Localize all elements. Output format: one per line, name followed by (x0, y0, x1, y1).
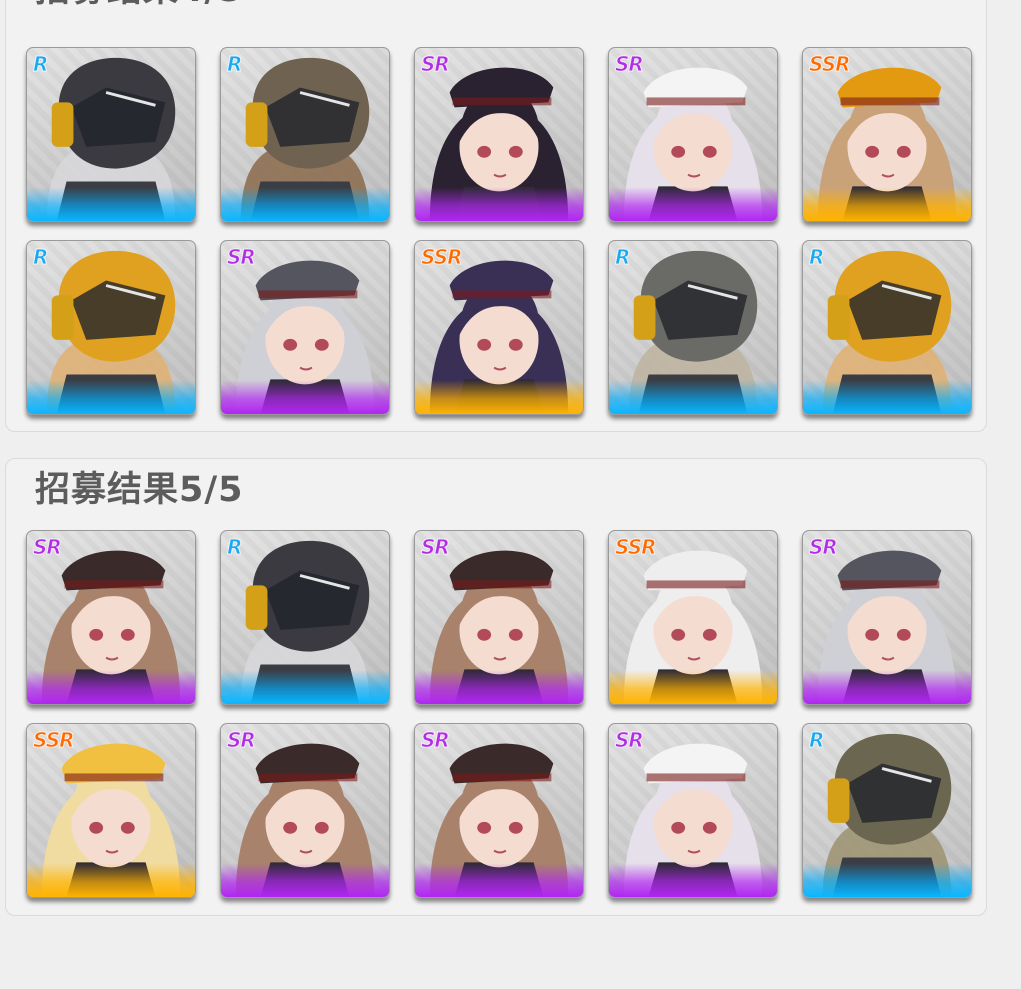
card-row: R SR SSR R R (26, 240, 972, 415)
rarity-badge: R (614, 245, 630, 270)
rarity-bar (27, 187, 195, 221)
character-card[interactable]: R (608, 240, 778, 415)
character-card[interactable]: SR (220, 240, 390, 415)
rarity-badge: R (808, 245, 824, 270)
character-card[interactable]: SR (220, 723, 390, 898)
rarity-bar (803, 380, 971, 414)
rarity-badge: SSR (421, 245, 463, 270)
character-card[interactable]: SR (608, 723, 778, 898)
rarity-badge: SR (33, 535, 63, 560)
recruit-result-panel-4: 招募结果4/5 R R SR (5, 0, 987, 432)
rarity-bar (27, 863, 195, 897)
rarity-badge: SSR (809, 52, 851, 77)
character-card[interactable]: SR (802, 530, 972, 705)
rarity-bar (803, 670, 971, 704)
character-card[interactable]: R (802, 240, 972, 415)
rarity-badge: SR (227, 728, 257, 753)
card-row: SSR SR SR SR R (26, 723, 972, 898)
rarity-bar (221, 187, 389, 221)
rarity-bar (609, 863, 777, 897)
character-card[interactable]: SSR (802, 47, 972, 222)
rarity-badge: SR (809, 535, 839, 560)
rarity-badge: SR (421, 535, 451, 560)
rarity-badge: SR (421, 52, 451, 77)
rarity-badge: R (226, 535, 242, 560)
rarity-badge: SR (615, 52, 645, 77)
rarity-bar (27, 670, 195, 704)
character-card[interactable]: R (26, 240, 196, 415)
character-card[interactable]: SSR (608, 530, 778, 705)
rarity-bar (803, 187, 971, 221)
character-card[interactable]: SSR (414, 240, 584, 415)
character-card[interactable]: R (26, 47, 196, 222)
rarity-bar (415, 380, 583, 414)
character-card[interactable]: SSR (26, 723, 196, 898)
rarity-badge: SSR (615, 535, 657, 560)
rarity-badge: R (808, 728, 824, 753)
rarity-badge: SR (227, 245, 257, 270)
rarity-badge: R (226, 52, 242, 77)
panel-title: 招募结果4/5 (35, 0, 244, 12)
character-card[interactable]: SR (414, 530, 584, 705)
character-card[interactable]: SR (608, 47, 778, 222)
panel-title: 招募结果5/5 (35, 470, 244, 510)
rarity-bar (221, 380, 389, 414)
rarity-badge: R (32, 52, 48, 77)
rarity-badge: SR (421, 728, 451, 753)
card-row: R R SR SR SSR (26, 47, 972, 222)
card-row: SR R SR SSR SR (26, 530, 972, 705)
rarity-badge: R (32, 245, 48, 270)
character-card[interactable]: SR (414, 723, 584, 898)
rarity-bar (221, 863, 389, 897)
rarity-bar (415, 863, 583, 897)
rarity-bar (221, 670, 389, 704)
character-card[interactable]: R (220, 47, 390, 222)
character-card[interactable]: R (220, 530, 390, 705)
rarity-bar (609, 380, 777, 414)
card-grid: R R SR SR SSR R SR SSR R R (26, 47, 972, 433)
rarity-bar (803, 863, 971, 897)
character-card[interactable]: SR (26, 530, 196, 705)
rarity-badge: SR (615, 728, 645, 753)
rarity-badge: SSR (33, 728, 75, 753)
card-grid: SR R SR SSR SR SSR SR SR SR R (26, 530, 972, 916)
rarity-bar (27, 380, 195, 414)
character-card[interactable]: SR (414, 47, 584, 222)
character-card[interactable]: R (802, 723, 972, 898)
rarity-bar (609, 187, 777, 221)
recruit-result-panel-5: 招募结果5/5 SR R SR SSR SR SSR SR SR SR R (5, 458, 987, 916)
rarity-bar (415, 187, 583, 221)
rarity-bar (609, 670, 777, 704)
rarity-bar (415, 670, 583, 704)
